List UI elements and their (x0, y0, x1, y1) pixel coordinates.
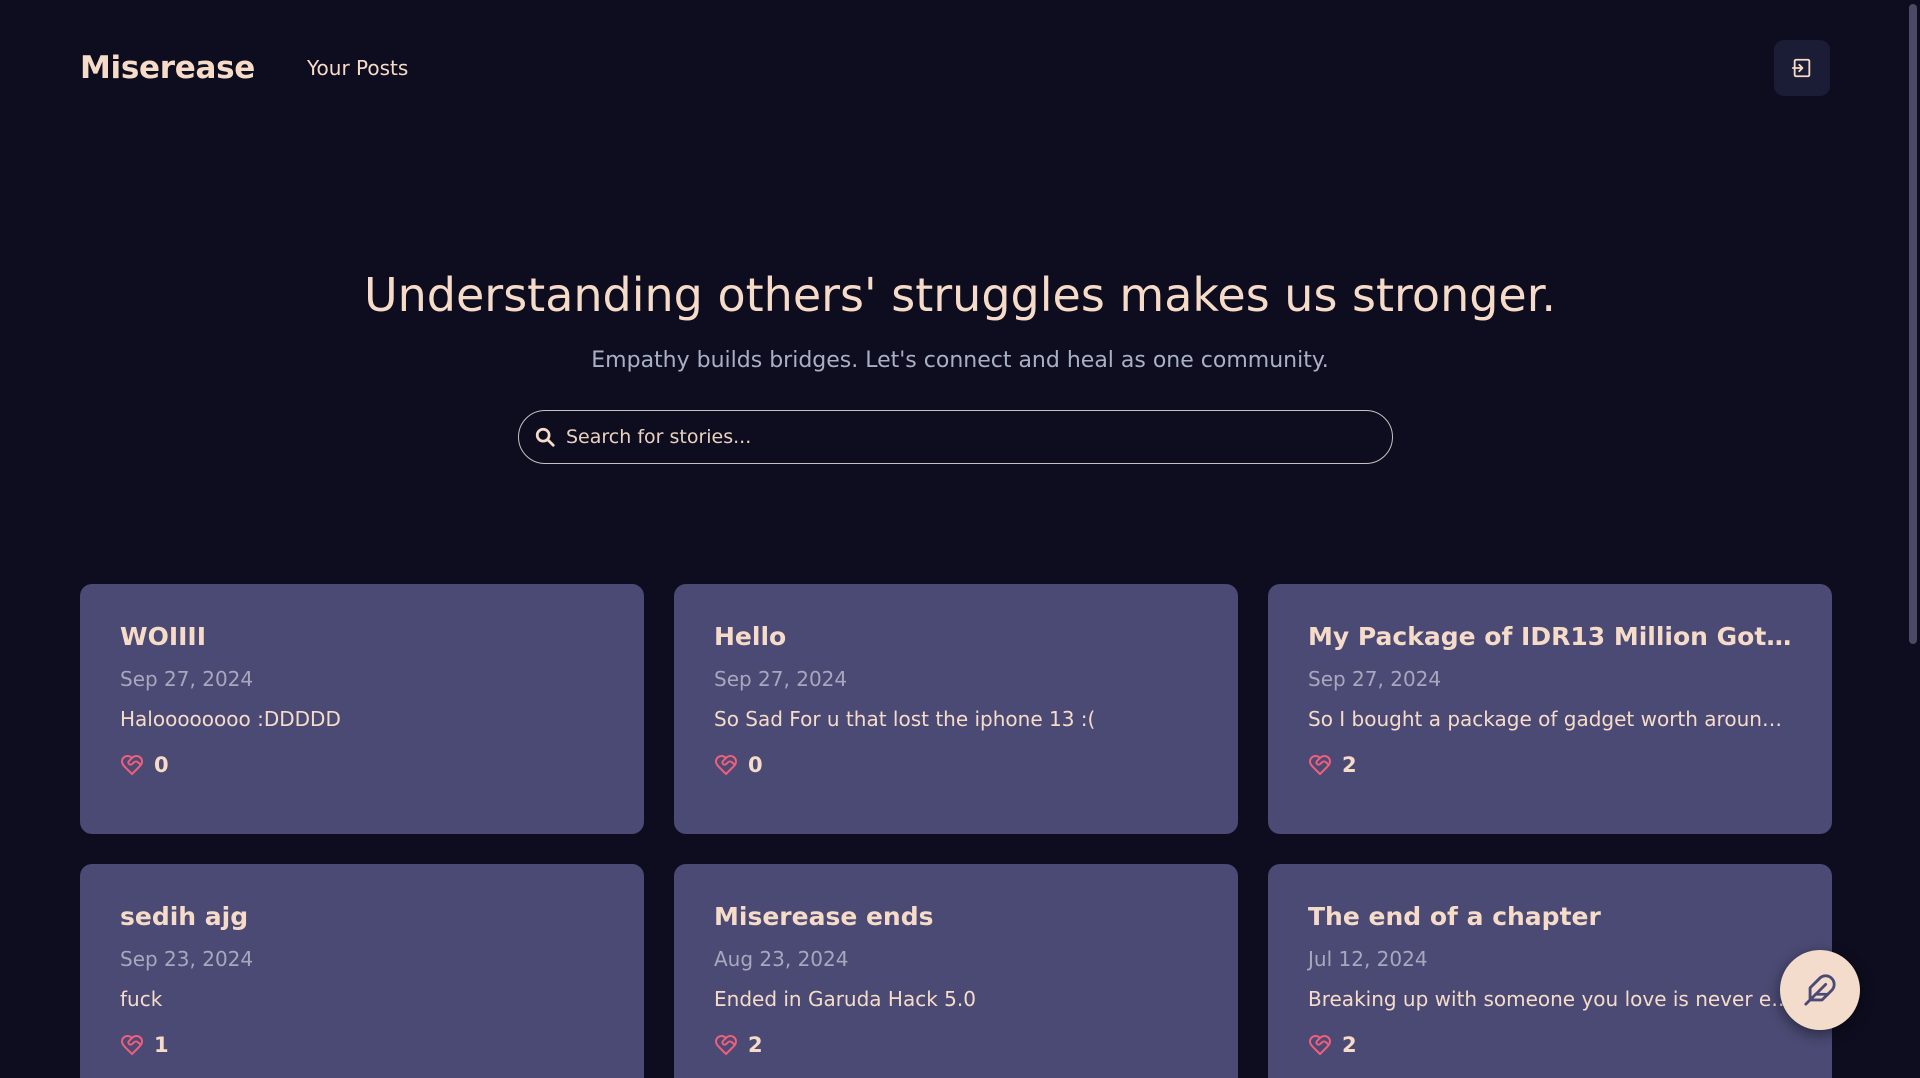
post-date: Aug 23, 2024 (714, 947, 849, 971)
post-excerpt: Breaking up with someone you love is nev… (1308, 987, 1792, 1011)
post-excerpt: fuck (120, 987, 163, 1011)
post-title: Miserease ends (714, 902, 934, 931)
post-excerpt: So Sad For u that lost the iphone 13 :( (714, 707, 1096, 731)
nav-your-posts[interactable]: Your Posts (307, 56, 408, 80)
like-count: 0 (748, 753, 763, 777)
post-likes: 0 (714, 753, 1198, 777)
post-card[interactable]: Hello Sep 27, 2024 So Sad For u that los… (674, 584, 1238, 834)
post-title: WOIIII (120, 622, 207, 651)
post-card[interactable]: sedih ajg Sep 23, 2024 fuck 1 (80, 864, 644, 1078)
heart-handshake-icon[interactable] (120, 1033, 144, 1057)
post-card[interactable]: WOIIII Sep 27, 2024 Haloooooooo :DDDDD 0 (80, 584, 644, 834)
search-input[interactable] (566, 411, 1392, 463)
post-card[interactable]: My Package of IDR13 Million Got Stolen S… (1268, 584, 1832, 834)
post-card[interactable]: The end of a chapter Jul 12, 2024 Breaki… (1268, 864, 1832, 1078)
page: Miserease Your Posts Understanding other… (0, 0, 1920, 1078)
heart-handshake-icon[interactable] (1308, 753, 1332, 777)
new-post-button[interactable] (1780, 950, 1860, 1030)
heart-handshake-icon[interactable] (1308, 1033, 1332, 1057)
post-date: Jul 12, 2024 (1308, 947, 1428, 971)
post-likes: 0 (120, 753, 604, 777)
post-date: Sep 27, 2024 (1308, 667, 1442, 691)
header: Miserease Your Posts (80, 40, 1830, 96)
search-icon (534, 426, 556, 448)
post-title: Hello (714, 622, 787, 651)
post-date: Sep 23, 2024 (120, 947, 254, 971)
heart-handshake-icon[interactable] (714, 1033, 738, 1057)
hero-title: Understanding others' struggles makes us… (363, 268, 1557, 322)
post-title: sedih ajg (120, 902, 249, 931)
scrollbar-thumb[interactable] (1909, 4, 1917, 644)
post-likes: 2 (1308, 1033, 1792, 1057)
brand-logo[interactable]: Miserease (80, 50, 255, 86)
like-count: 0 (154, 753, 169, 777)
logout-icon (1791, 57, 1813, 79)
post-excerpt: Haloooooooo :DDDDD (120, 707, 341, 731)
page-scrollbar[interactable] (1906, 0, 1920, 1078)
feather-icon (1803, 973, 1837, 1007)
post-excerpt: So I bought a package of gadget worth ar… (1308, 707, 1792, 731)
post-date: Sep 27, 2024 (120, 667, 254, 691)
post-grid: WOIIII Sep 27, 2024 Haloooooooo :DDDDD 0… (80, 584, 1832, 1078)
logout-button[interactable] (1774, 40, 1830, 96)
like-count: 2 (1342, 1033, 1357, 1057)
like-count: 2 (1342, 753, 1357, 777)
heart-handshake-icon[interactable] (714, 753, 738, 777)
post-likes: 2 (1308, 753, 1792, 777)
like-count: 1 (154, 1033, 169, 1057)
like-count: 2 (748, 1033, 763, 1057)
post-date: Sep 27, 2024 (714, 667, 848, 691)
hero-subtitle: Empathy builds bridges. Let's connect an… (591, 348, 1329, 373)
post-title: My Package of IDR13 Million Got Stolen (1308, 622, 1792, 651)
post-likes: 2 (714, 1033, 1198, 1057)
post-card[interactable]: Miserease ends Aug 23, 2024 Ended in Gar… (674, 864, 1238, 1078)
post-title: The end of a chapter (1308, 902, 1601, 931)
search-bar[interactable] (518, 410, 1393, 464)
post-likes: 1 (120, 1033, 604, 1057)
post-excerpt: Ended in Garuda Hack 5.0 (714, 987, 976, 1011)
heart-handshake-icon[interactable] (120, 753, 144, 777)
